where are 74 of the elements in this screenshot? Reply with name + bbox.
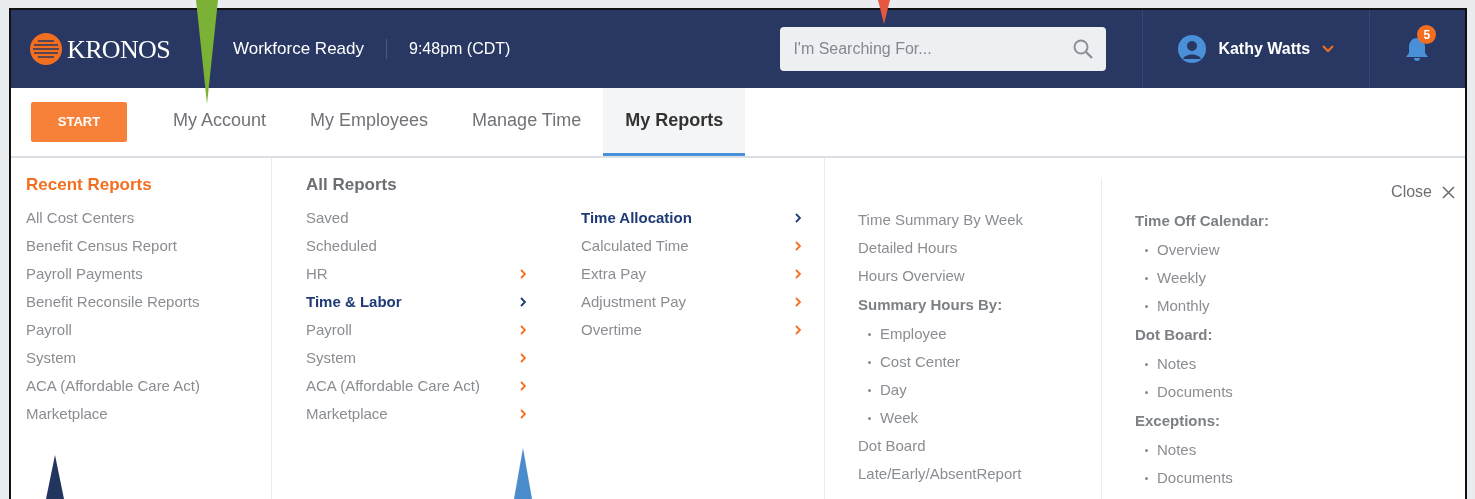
annotation-pointer	[514, 448, 532, 499]
report-link[interactable]: Time Summary By Week	[858, 206, 1101, 234]
product-name: Workforce Ready	[233, 38, 364, 61]
report-menu-item[interactable]: Adjustment Pay	[581, 288, 801, 316]
report-menu-item[interactable]: Saved	[306, 204, 526, 232]
search-field[interactable]: I'm Searching For...	[780, 27, 1107, 71]
group-heading: Exceptions:	[1135, 410, 1222, 431]
search-icon	[1073, 39, 1094, 59]
start-button[interactable]: START	[31, 102, 127, 142]
report-menu-item[interactable]: HR	[306, 260, 526, 288]
report-menu-item[interactable]: System	[306, 344, 526, 372]
report-link[interactable]: Payroll Payments	[26, 260, 271, 288]
report-link[interactable]: Cost Center	[880, 350, 961, 374]
bullet-icon	[1145, 248, 1148, 252]
report-link[interactable]: Employee	[880, 322, 947, 346]
section-heading: Recent Reports	[26, 174, 153, 196]
report-menu-item[interactable]: ACA (Affordable Care Act)	[306, 372, 526, 400]
chevron-down-icon	[1322, 45, 1335, 53]
group-heading: Dot Board:	[1135, 324, 1214, 345]
annotation-pointer	[46, 455, 64, 499]
bullet-icon	[1145, 304, 1148, 308]
nav-tab[interactable]: My Account	[151, 88, 289, 156]
user-menu[interactable]: Kathy Watts	[1143, 35, 1370, 63]
nav-tab[interactable]: My Reports	[603, 88, 746, 156]
report-link[interactable]: Dot Board	[858, 432, 1101, 460]
report-link[interactable]: Marketplace	[26, 400, 271, 428]
report-link[interactable]: Detailed Hours	[858, 234, 1101, 262]
report-menu-item[interactable]: Overtime	[581, 316, 801, 344]
report-menu-item[interactable]: Marketplace	[306, 400, 526, 428]
report-menu-item[interactable]: Time Allocation	[581, 204, 801, 232]
close-button[interactable]: Close	[1391, 178, 1455, 206]
bullet-icon	[1145, 476, 1148, 480]
report-menu-item[interactable]: Payroll	[306, 316, 526, 344]
bullet-icon	[1145, 448, 1148, 452]
report-link[interactable]: Overview	[1157, 238, 1220, 262]
logo-text: KRONOS	[67, 33, 170, 66]
logo-icon	[29, 32, 63, 66]
close-icon	[1442, 185, 1455, 199]
report-link[interactable]: Notes	[1157, 438, 1197, 462]
group-heading: Time Off Calendar:	[1135, 210, 1270, 231]
bullet-icon	[868, 332, 871, 336]
avatar-icon	[1178, 35, 1207, 63]
bullet-icon	[1145, 390, 1148, 394]
group-heading: Summary Hours By:	[858, 294, 1004, 315]
report-link[interactable]: Monthly	[1157, 294, 1210, 318]
report-link[interactable]: Notes	[1157, 352, 1197, 376]
report-link[interactable]: Documents	[1157, 466, 1233, 490]
bullet-icon	[868, 416, 871, 420]
bullet-icon	[1145, 276, 1148, 280]
report-link[interactable]: Payroll	[26, 316, 271, 344]
report-link[interactable]: Week	[880, 406, 919, 430]
report-link[interactable]: Late/Early/AbsentReport	[858, 460, 1101, 488]
bullet-icon	[868, 360, 871, 364]
report-link[interactable]: Day	[880, 378, 907, 402]
report-menu-item[interactable]: Time & Labor	[306, 288, 526, 316]
report-link[interactable]: Benefit Census Report	[26, 232, 271, 260]
current-time: 9:48pm (CDT)	[409, 39, 511, 59]
bullet-icon	[868, 388, 871, 392]
report-link[interactable]: Documents	[1157, 380, 1233, 404]
bullet-icon	[1145, 362, 1148, 366]
report-menu-item[interactable]: Calculated Time	[581, 232, 801, 260]
report-link[interactable]: Benefit Reconsile Reports	[26, 288, 271, 316]
report-link[interactable]: ACA (Affordable Care Act)	[26, 372, 271, 400]
report-link[interactable]: System	[26, 344, 271, 372]
notification-badge: 5	[1417, 25, 1437, 44]
report-menu-item[interactable]: Extra Pay	[581, 260, 801, 288]
report-menu-item[interactable]: Scheduled	[306, 232, 526, 260]
nav-tab[interactable]: My Employees	[288, 88, 451, 156]
report-link[interactable]: All Cost Centers	[26, 204, 271, 232]
nav-tab[interactable]: Manage Time	[450, 88, 604, 156]
report-link[interactable]: Hours Overview	[858, 262, 1101, 290]
section-heading: All Reports	[306, 174, 398, 196]
annotation-pointer	[878, 0, 890, 24]
report-link[interactable]: Weekly	[1157, 266, 1206, 290]
